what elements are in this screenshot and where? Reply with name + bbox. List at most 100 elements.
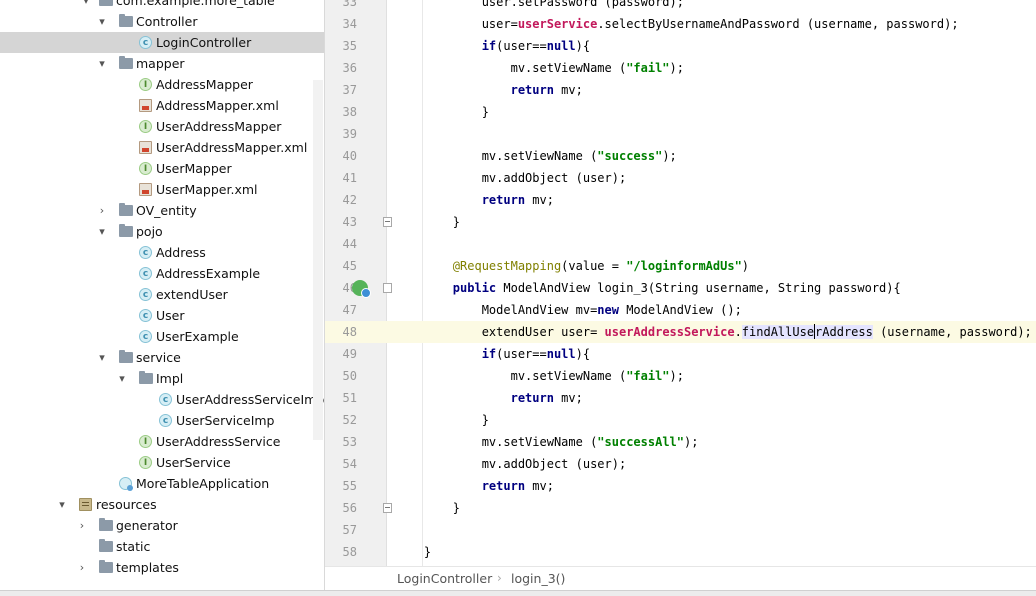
tree-item-label: UserMapper <box>156 161 232 176</box>
chevron-right-icon[interactable]: › <box>96 200 108 221</box>
code-line[interactable]: 42 return mv; <box>325 189 1036 211</box>
code-line[interactable]: 57 <box>325 519 1036 541</box>
editor-breadcrumb: LoginController › login_3() <box>325 566 1036 590</box>
tree-item-ov-entity[interactable]: › OV_entity <box>0 200 324 221</box>
breadcrumb-method[interactable]: login_3() <box>511 567 565 590</box>
code-token: } <box>395 501 461 515</box>
tree-item-usermapper-xml[interactable]: UserMapper.xml <box>0 179 324 200</box>
code-editor[interactable]: 33 user.setPassword (password); 34 user=u… <box>325 0 1036 566</box>
code-line[interactable]: 43 } <box>325 211 1036 233</box>
line-number: 41 <box>342 171 357 185</box>
code-line[interactable]: 54 mv.addObject (user); <box>325 453 1036 475</box>
code-token: if <box>481 39 497 53</box>
tree-item-useraddressmapper-xml[interactable]: UserAddressMapper.xml <box>0 137 324 158</box>
code-text: mv.setViewName ("fail"); <box>395 57 684 79</box>
code-line[interactable]: 39 <box>325 123 1036 145</box>
code-token: user= <box>395 17 518 31</box>
code-line[interactable]: 49 if(user==null){ <box>325 343 1036 365</box>
code-line[interactable]: 45 @RequestMapping(value = "/loginformAd… <box>325 255 1036 277</box>
code-line[interactable]: 36 mv.setViewName ("fail"); <box>325 57 1036 79</box>
code-token: } <box>395 413 489 427</box>
tree-item-com-example-more-table[interactable]: ▾ com.example.more_table <box>0 0 324 11</box>
tree-item-extenduser[interactable]: c extendUser <box>0 284 324 305</box>
code-line[interactable]: 46 public ModelAndView login_3(String us… <box>325 277 1036 299</box>
code-token: return <box>510 391 554 405</box>
tree-item-useraddressserviceimp[interactable]: c UserAddressServiceImp <box>0 389 324 410</box>
tree-item-user[interactable]: c User <box>0 305 324 326</box>
chevron-down-icon[interactable]: ▾ <box>80 0 92 11</box>
spring-bean-gutter-icon[interactable] <box>352 280 371 298</box>
tree-item-resources[interactable]: ▾ resources <box>0 494 324 515</box>
code-token: "success" <box>597 149 663 163</box>
code-line[interactable]: 40 mv.setViewName ("success"); <box>325 145 1036 167</box>
tree-item-userserviceimp[interactable]: c UserServiceImp <box>0 410 324 431</box>
tree-item-userexample[interactable]: c UserExample <box>0 326 324 347</box>
code-line[interactable]: 38 } <box>325 101 1036 123</box>
fold-marker-icon[interactable] <box>383 283 392 293</box>
code-text: extendUser user= userAddressService.find… <box>395 321 1032 343</box>
code-lines[interactable]: 33 user.setPassword (password); 34 user=u… <box>325 0 1036 563</box>
tree-item-addressexample[interactable]: c AddressExample <box>0 263 324 284</box>
code-text: } <box>395 101 489 123</box>
code-line[interactable]: 37 return mv; <box>325 79 1036 101</box>
code-line[interactable]: 52 } <box>325 409 1036 431</box>
chevron-down-icon[interactable]: ▾ <box>116 368 128 389</box>
chevron-right-icon[interactable]: › <box>76 557 88 578</box>
line-number: 45 <box>342 259 357 273</box>
code-line[interactable]: 44 <box>325 233 1036 255</box>
tree-item-templates[interactable]: › templates <box>0 557 324 578</box>
tree-item-addressmapper-xml[interactable]: AddressMapper.xml <box>0 95 324 116</box>
tree-item-mapper[interactable]: ▾ mapper <box>0 53 324 74</box>
code-text: return mv; <box>395 475 554 497</box>
tree-item-useraddressservice[interactable]: I UserAddressService <box>0 431 324 452</box>
chevron-right-icon[interactable]: › <box>76 515 88 536</box>
fold-marker-icon[interactable] <box>383 217 392 227</box>
tree-item-service[interactable]: ▾ service <box>0 347 324 368</box>
chevron-down-icon[interactable]: ▾ <box>56 494 68 515</box>
fold-marker-icon[interactable] <box>383 503 392 513</box>
line-number: 34 <box>342 17 357 31</box>
project-tree-panel: ▾ com.example.more_table ▾ Controller c Login… <box>0 0 325 596</box>
chevron-down-icon[interactable]: ▾ <box>96 221 108 242</box>
code-token: (user== <box>496 39 547 53</box>
breadcrumb-class[interactable]: LoginController <box>397 567 492 590</box>
code-line[interactable]: 34 user=userService.selectByUsernameAndP… <box>325 13 1036 35</box>
tree-item-controller[interactable]: ▾ Controller <box>0 11 324 32</box>
chevron-down-icon[interactable]: ▾ <box>96 53 108 74</box>
tree-scrollbar[interactable] <box>313 80 323 440</box>
tree-item-addressmapper[interactable]: I AddressMapper <box>0 74 324 95</box>
tree-item-impl[interactable]: ▾ Impl <box>0 368 324 389</box>
code-line[interactable]: 58 } <box>325 541 1036 563</box>
tree-item-static[interactable]: static <box>0 536 324 557</box>
tree-item-address[interactable]: c Address <box>0 242 324 263</box>
tree-item-logincontroller[interactable]: c LoginController <box>0 32 324 53</box>
code-line[interactable]: 48 extendUser user= userAddressService.f… <box>325 321 1036 343</box>
tree-item-pojo[interactable]: ▾ pojo <box>0 221 324 242</box>
folder-icon <box>119 56 133 69</box>
code-line[interactable]: 33 user.setPassword (password); <box>325 0 1036 13</box>
code-token: ){ <box>575 39 591 53</box>
tree-item-moretableapplication[interactable]: MoreTableApplication <box>0 473 324 494</box>
code-line[interactable]: 41 mv.addObject (user); <box>325 167 1036 189</box>
code-token: ) <box>741 259 750 273</box>
code-line[interactable]: 50 mv.setViewName ("fail"); <box>325 365 1036 387</box>
code-token: mv.setViewName ( <box>395 149 598 163</box>
code-token: mv.setViewName ( <box>395 435 598 449</box>
tree-item-usermapper[interactable]: I UserMapper <box>0 158 324 179</box>
line-number: 55 <box>342 479 357 493</box>
code-line[interactable]: 53 mv.setViewName ("successAll"); <box>325 431 1036 453</box>
tree-item-userservice[interactable]: I UserService <box>0 452 324 473</box>
code-line[interactable]: 56 } <box>325 497 1036 519</box>
chevron-down-icon[interactable]: ▾ <box>96 11 108 32</box>
folder-icon <box>119 14 133 27</box>
tree-item-generator[interactable]: › generator <box>0 515 324 536</box>
code-line[interactable]: 51 return mv; <box>325 387 1036 409</box>
tree-item-useraddressmapper[interactable]: I UserAddressMapper <box>0 116 324 137</box>
chevron-down-icon[interactable]: ▾ <box>96 347 108 368</box>
code-line[interactable]: 35 if(user==null){ <box>325 35 1036 57</box>
tree-item-label: resources <box>96 497 157 512</box>
folder-icon <box>119 203 133 216</box>
code-line[interactable]: 55 return mv; <box>325 475 1036 497</box>
code-line[interactable]: 47 ModelAndView mv=new ModelAndView (); <box>325 299 1036 321</box>
